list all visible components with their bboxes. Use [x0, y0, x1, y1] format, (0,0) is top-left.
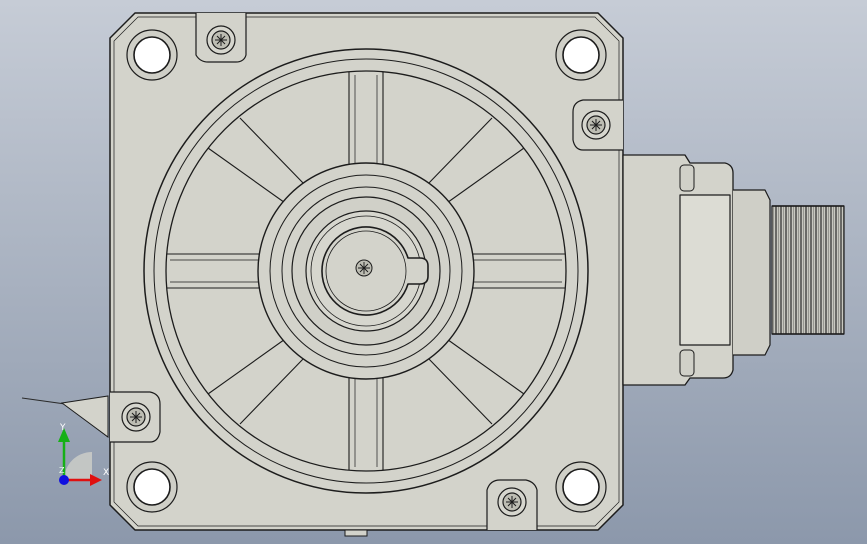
corner-hole-bl-icon [126, 461, 178, 513]
x-axis-label: X [103, 468, 110, 478]
screw-boss-left-icon [110, 391, 161, 443]
screw-boss-bottom-icon [486, 479, 538, 530]
screw-boss-right-icon [572, 99, 623, 151]
z-axis-label: Z [59, 466, 65, 475]
motor-front-flange [109, 12, 624, 531]
corner-hole-br-icon [555, 461, 607, 513]
corner-hole-tr-icon [555, 29, 607, 81]
screw-boss-top-icon [195, 13, 247, 63]
y-axis-label: Y [60, 423, 66, 433]
corner-hole-tl-icon [126, 29, 178, 81]
bottom-nub [344, 529, 368, 537]
z-axis-dot-icon [59, 475, 69, 485]
cad-viewport[interactable]: Y X Z [0, 0, 867, 544]
model-canvas [0, 0, 867, 544]
